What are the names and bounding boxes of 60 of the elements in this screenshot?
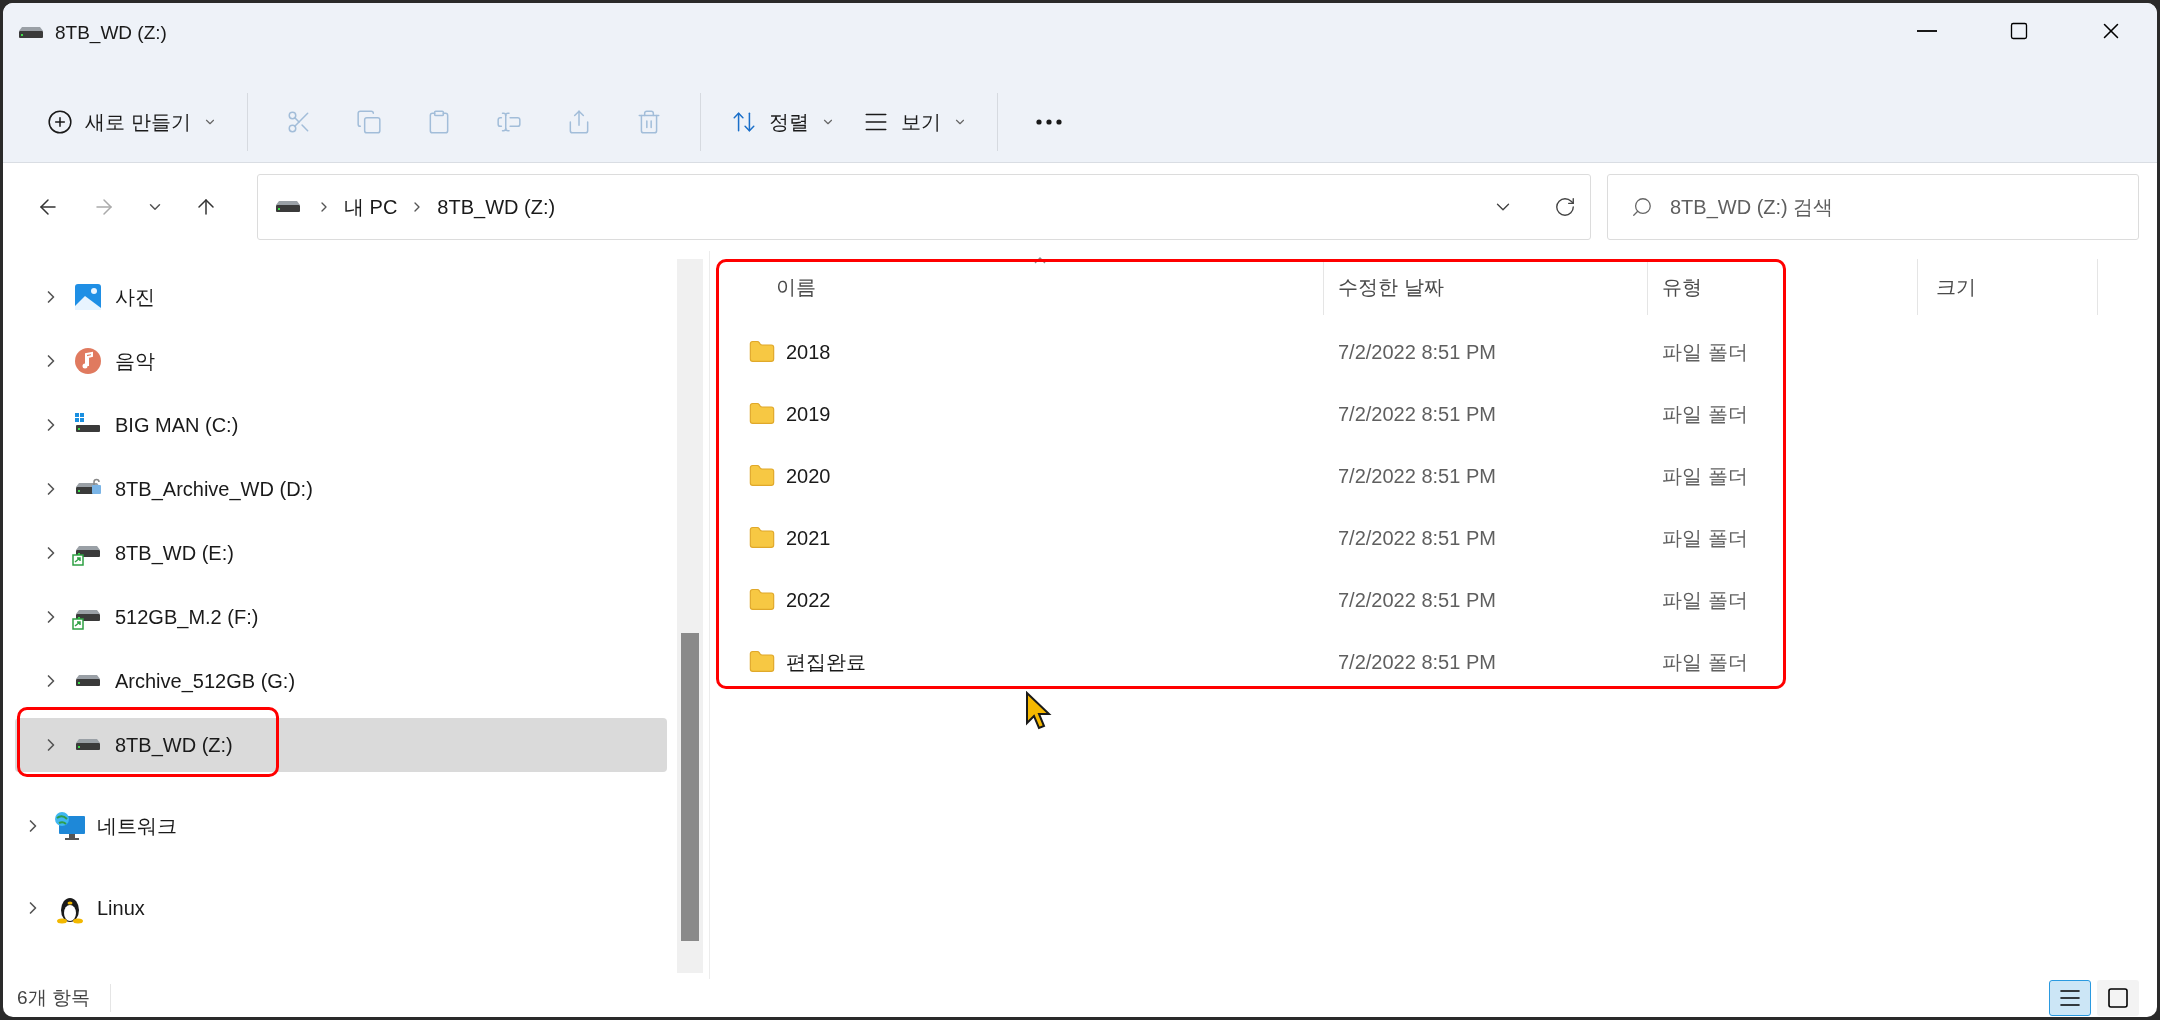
file-row[interactable]: 2022 7/2/2022 8:51 PM 파일 폴더 xyxy=(724,569,1918,631)
file-type: 파일 폴더 xyxy=(1661,464,1749,489)
mouse-cursor-icon xyxy=(1025,691,1053,731)
search-icon xyxy=(1631,196,1653,218)
item-count: 6개 항목 xyxy=(17,983,111,1013)
file-row[interactable]: 2021 7/2/2022 8:51 PM 파일 폴더 xyxy=(724,507,1918,569)
file-type: 파일 폴더 xyxy=(1661,526,1749,551)
view-button[interactable] xyxy=(2049,980,2091,1016)
file-row[interactable]: 2018 7/2/2022 8:51 PM 파일 폴더 xyxy=(724,321,1918,383)
breadcrumb[interactable]: 내 PC xyxy=(344,192,398,222)
file-name: 2020 xyxy=(786,464,831,489)
file-type: 파일 폴더 xyxy=(1661,650,1749,675)
view-button[interactable] xyxy=(2097,980,2139,1016)
sidebar-item[interactable]: 음악 xyxy=(15,334,667,388)
breadcrumb[interactable]: 8TB_WD (Z:) xyxy=(437,192,556,222)
file-type: 파일 폴더 xyxy=(1661,402,1749,427)
file-name: 2019 xyxy=(786,402,831,427)
file-name: 2018 xyxy=(786,340,831,365)
refresh-icon[interactable] xyxy=(1554,196,1576,218)
date-modified: 7/2/2022 8:51 PM xyxy=(1337,588,1497,613)
sidebar-item[interactable]: 8TB_Archive_WD (D:) xyxy=(15,462,667,516)
file-type: 파일 폴더 xyxy=(1661,340,1749,365)
window-title: 8TB_WD (Z:) xyxy=(55,21,167,46)
photo-icon xyxy=(73,282,103,312)
date-modified: 7/2/2022 8:51 PM xyxy=(1337,340,1497,365)
sort-caret-icon xyxy=(1034,257,1046,264)
date-modified: 7/2/2022 8:51 PM xyxy=(1337,526,1497,551)
sidebar-item[interactable]: BIG MAN (C:) xyxy=(15,398,667,452)
file-type: 파일 폴더 xyxy=(1661,588,1749,613)
column-header[interactable]: 크기 xyxy=(1918,259,2098,315)
column-header[interactable]: 유형 xyxy=(1648,259,1918,315)
sidebar-item[interactable]: 사진 xyxy=(15,270,667,324)
date-modified: 7/2/2022 8:51 PM xyxy=(1337,464,1497,489)
file-name: 편집완료 xyxy=(786,650,866,675)
sidebar-item[interactable]: 8TB_WD (Z:) xyxy=(15,718,667,772)
network-computer-icon xyxy=(53,810,87,842)
music-note-icon xyxy=(73,346,103,376)
sidebar-item[interactable]: 512GB_M.2 (F:) xyxy=(15,590,667,644)
toolbar-button[interactable]: 새로 만들기 xyxy=(33,93,231,150)
column-header[interactable]: 수정한 날짜 xyxy=(1324,259,1648,315)
sidebar-item[interactable]: Linux xyxy=(15,881,667,935)
sidebar-item[interactable]: 네트워크 xyxy=(15,799,667,853)
file-row[interactable]: 2019 7/2/2022 8:51 PM 파일 폴더 xyxy=(724,383,1918,445)
toolbar-button[interactable]: 보기 xyxy=(848,93,981,150)
search-field[interactable]: 8TB_WD (Z:) 검색 xyxy=(1607,174,2139,240)
sidebar-item[interactable]: 8TB_WD (E:) xyxy=(15,526,667,580)
address-bar[interactable]: 내 PC 8TB_WD (Z:) xyxy=(257,174,1591,240)
file-name: 2021 xyxy=(786,526,831,551)
maximize-icon xyxy=(2009,21,2029,41)
tiles-view-icon xyxy=(2106,986,2130,1010)
scrollbar-thumb[interactable] xyxy=(681,633,699,941)
file-name: 2022 xyxy=(786,588,831,613)
minimize-icon xyxy=(1917,30,1937,32)
file-row[interactable]: 2020 7/2/2022 8:51 PM 파일 폴더 xyxy=(724,445,1918,507)
file-row[interactable]: 편집완료 7/2/2022 8:51 PM 파일 폴더 xyxy=(724,631,1918,693)
date-modified: 7/2/2022 8:51 PM xyxy=(1337,402,1497,427)
sidebar-item[interactable]: Archive_512GB (G:) xyxy=(15,654,667,708)
column-header[interactable]: 이름 xyxy=(724,259,1324,315)
toolbar-button[interactable]: 정렬 xyxy=(716,93,849,150)
date-modified: 7/2/2022 8:51 PM xyxy=(1337,650,1497,675)
